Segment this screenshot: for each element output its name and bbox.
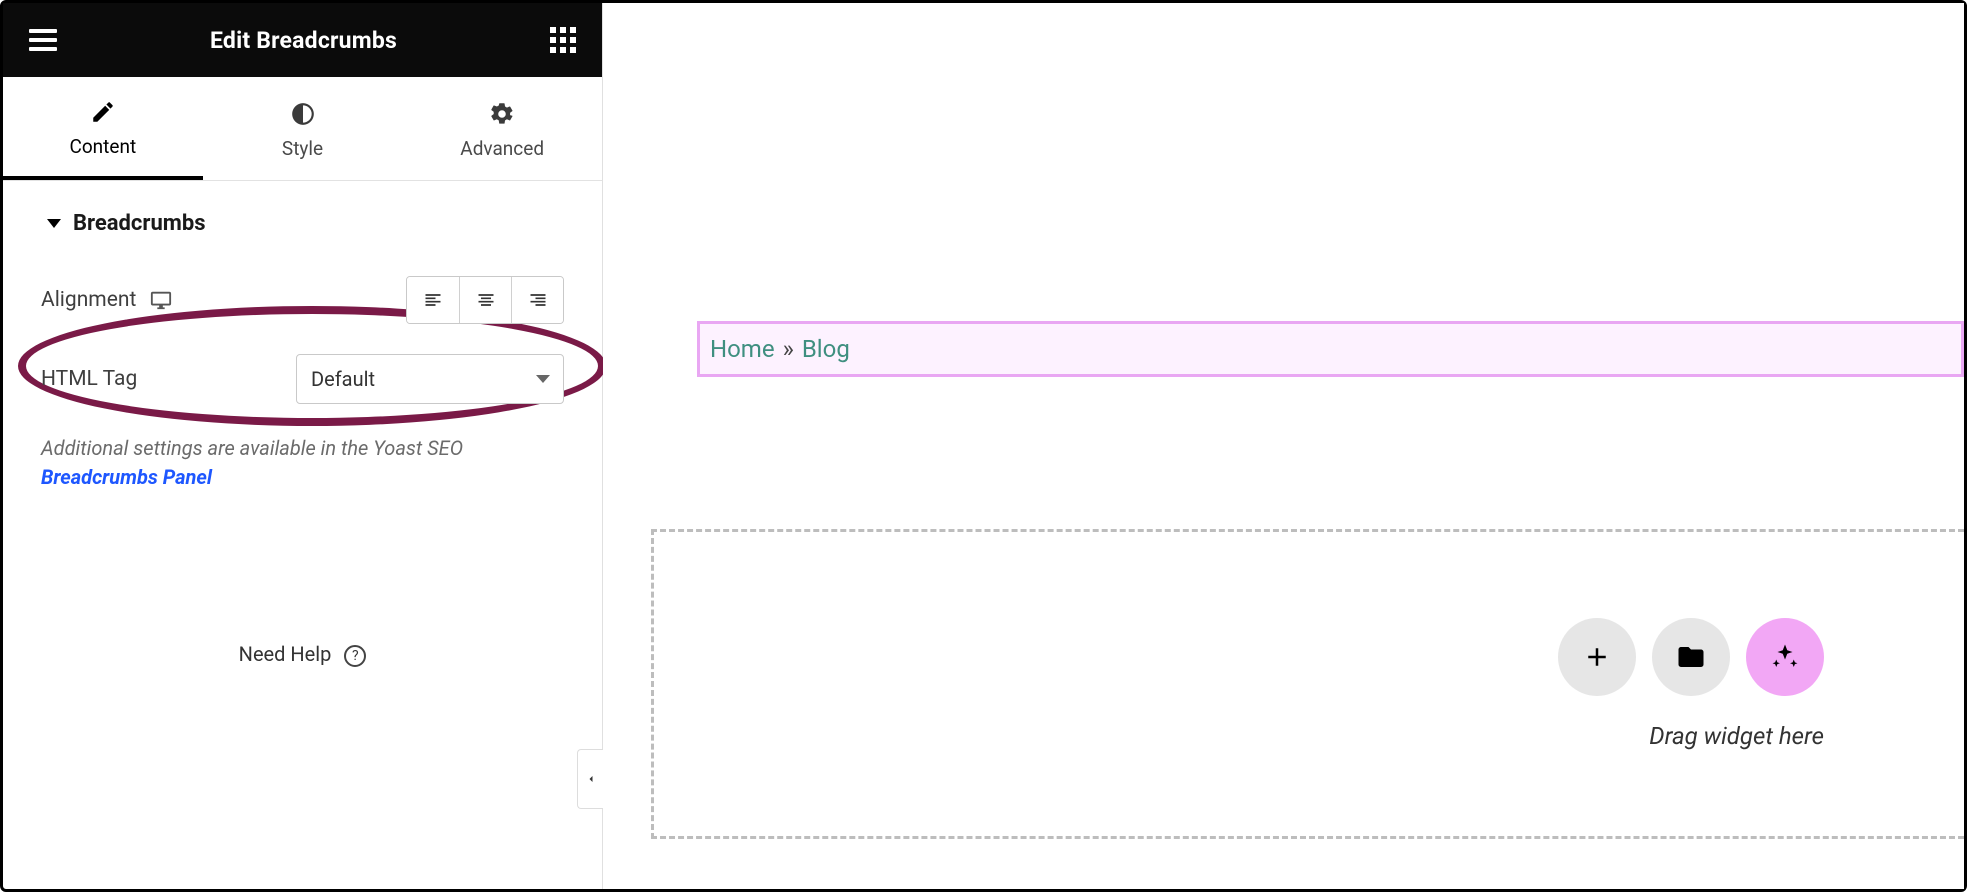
desktop-icon[interactable] [150,289,172,311]
alignment-label: Alignment [41,288,136,312]
sparkle-icon [1770,642,1800,672]
pencil-icon [90,99,116,125]
breadcrumb-separator: » [783,335,794,363]
html-tag-select[interactable]: Default [296,354,564,404]
align-right-button[interactable] [511,277,563,323]
align-left-icon [423,290,443,310]
tab-content[interactable]: Content [3,77,203,180]
section-title: Breadcrumbs [73,211,206,236]
breadcrumbs-panel-link[interactable]: Breadcrumbs Panel [41,465,212,489]
collapse-sidebar-button[interactable] [577,749,603,809]
section-toggle[interactable]: Breadcrumbs [47,211,564,236]
hamburger-menu-icon[interactable] [25,25,61,55]
dropzone-buttons [1558,618,1824,696]
align-center-icon [476,290,496,310]
breadcrumb-current: Blog [802,335,850,363]
tab-content-label: Content [69,135,136,158]
editor-sidebar: Edit Breadcrumbs Content Style Advanced … [3,3,603,889]
breadcrumb-widget[interactable]: Home » Blog [697,321,1964,377]
contrast-icon [290,101,316,127]
sidebar-topbar: Edit Breadcrumbs [3,3,602,77]
editor-tabs: Content Style Advanced [3,77,602,181]
breadcrumb-home-link[interactable]: Home [710,335,775,363]
alignment-buttons [406,276,564,324]
gear-icon [489,101,515,127]
editor-canvas[interactable]: Home » Blog Drag widget here [603,3,1964,889]
folder-icon [1676,642,1706,672]
need-help-label: Need Help [239,642,332,666]
widget-dropzone[interactable]: Drag widget here [651,529,1964,839]
align-left-button[interactable] [407,277,459,323]
tab-style-label: Style [282,137,323,160]
alignment-row: Alignment [41,276,564,324]
ai-generate-button[interactable] [1746,618,1824,696]
plus-icon [1582,642,1612,672]
help-icon: ? [344,645,366,667]
align-right-icon [528,290,548,310]
tab-style[interactable]: Style [203,77,403,180]
apps-grid-icon[interactable] [546,23,580,57]
chevron-left-icon [585,773,597,785]
tab-advanced-label: Advanced [460,137,544,160]
panel-title: Edit Breadcrumbs [61,27,546,54]
tab-advanced[interactable]: Advanced [402,77,602,180]
settings-note: Additional settings are available in the… [41,434,564,492]
panel-body: Breadcrumbs Alignment HTML Tag Default [3,181,602,889]
drop-hint: Drag widget here [1649,722,1824,750]
align-center-button[interactable] [459,277,511,323]
caret-down-icon [47,219,61,228]
html-tag-label: HTML Tag [41,367,137,391]
open-library-button[interactable] [1652,618,1730,696]
add-widget-button[interactable] [1558,618,1636,696]
html-tag-select-wrap: Default [296,354,564,404]
need-help[interactable]: Need Help ? [41,642,564,667]
note-prefix: Additional settings are available in the… [41,436,463,460]
html-tag-row: HTML Tag Default [41,354,564,404]
